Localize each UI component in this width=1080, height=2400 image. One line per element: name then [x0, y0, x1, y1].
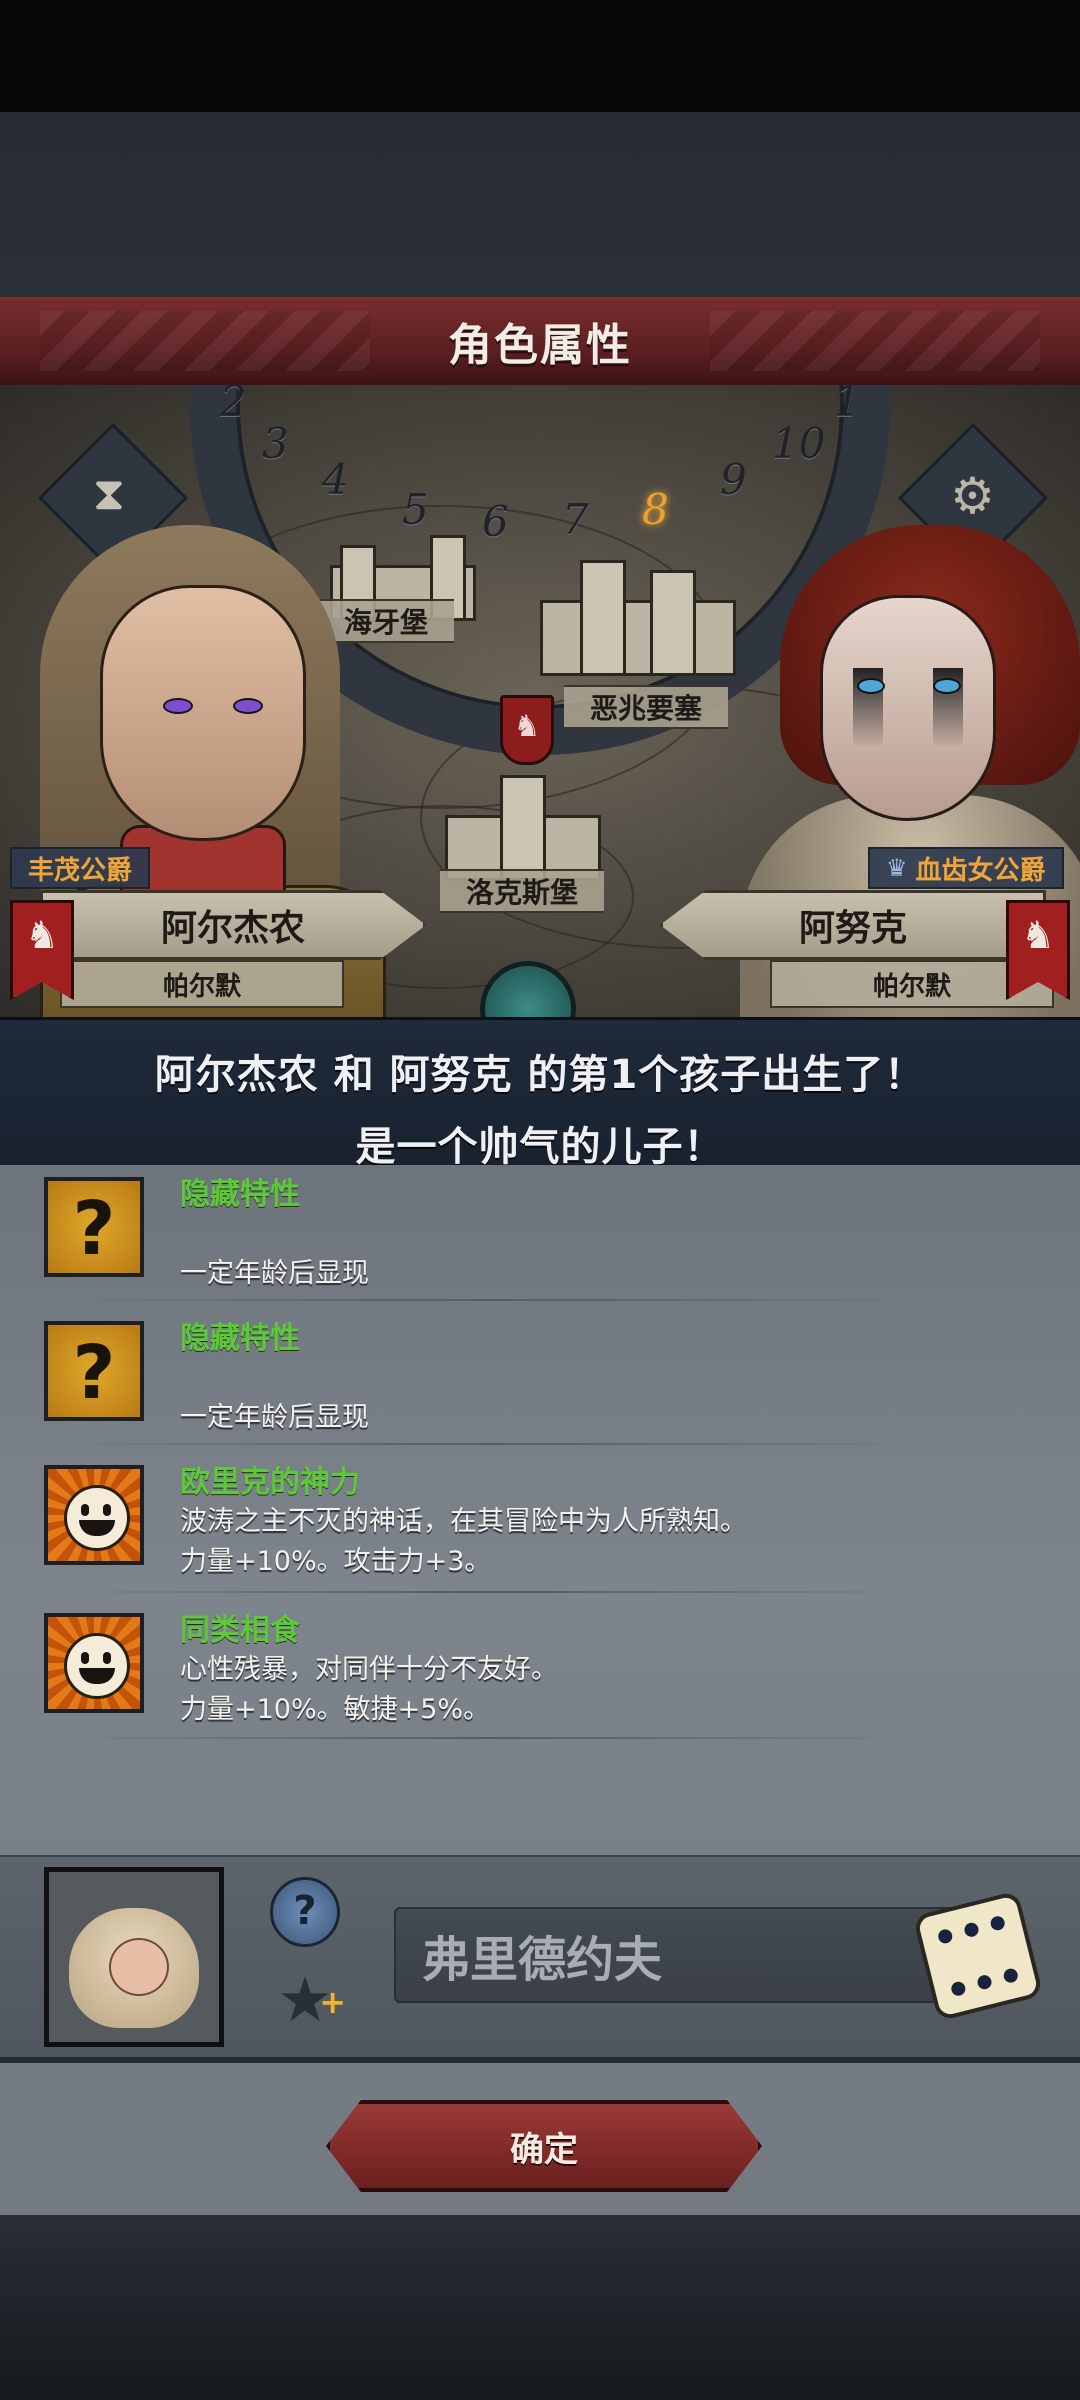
trait-name: 欧里克的神力 — [180, 1465, 360, 1500]
page-title: 角色属性 — [448, 320, 632, 371]
trait-name: 同类相食 — [180, 1613, 300, 1648]
child-info-bar: ? ★ + 弗里德约夫 — [0, 1855, 1080, 2063]
dial-number: 3 — [262, 419, 289, 468]
trait-item[interactable]: 同类相食 心性残暴，对同伴十分不友好。 力量+10%。敏捷+5%。 — [40, 1605, 1000, 1735]
dial-number: 2 — [220, 385, 247, 426]
smile-sun-icon — [44, 1613, 144, 1713]
trait-desc: 一定年龄后显现 — [180, 1258, 369, 1289]
hourglass-icon: ⧗ — [92, 465, 126, 520]
banner-decoration — [40, 311, 370, 371]
crown-icon: ♛ — [886, 854, 908, 882]
mother-rank: ♛ 血齿女公爵 — [868, 847, 1064, 889]
announcement-line-1: 阿尔杰农 和 阿努克 的第1个孩子出生了！ — [154, 1052, 926, 1098]
trait-effect: 力量+10%。攻击力+3。 — [180, 1546, 492, 1577]
faction-shield: ♞ — [500, 695, 554, 765]
divider — [60, 1299, 920, 1301]
announcement-line-2: 是一个帅气的儿子！ — [355, 1124, 725, 1170]
trait-name: 隐藏特性 — [180, 1177, 300, 1212]
trait-item[interactable]: 欧里克的神力 波涛之主不灭的神话，在其冒险中为人所熟知。 力量+10%。攻击力+… — [40, 1457, 1000, 1587]
plus-icon: + — [319, 1983, 346, 2021]
trait-name: 隐藏特性 — [180, 1321, 300, 1356]
divider — [60, 1737, 920, 1739]
father-name: 阿尔杰农 — [40, 890, 426, 960]
place-label-luokesi: 洛克斯堡 — [440, 869, 605, 913]
question-icon: ? — [44, 1321, 144, 1421]
dial-number: 6 — [482, 497, 509, 546]
title-banner: 角色属性 — [0, 297, 1080, 388]
dial-number: 7 — [562, 495, 589, 544]
status-bar — [0, 0, 1080, 112]
trait-effect: 力量+10%。敏捷+5%。 — [180, 1694, 491, 1725]
wolf-icon: ♞ — [513, 709, 541, 744]
trait-desc: 波涛之主不灭的神话，在其冒险中为人所熟知。 — [180, 1506, 747, 1537]
father-house: 帕尔默 — [60, 960, 344, 1008]
mother-rank-label: 血齿女公爵 — [915, 855, 1046, 886]
wolf-icon: ♞ — [1020, 913, 1056, 957]
star-add-button[interactable]: ★ + — [270, 1965, 346, 2035]
dial-number: 9 — [720, 455, 747, 504]
background-bottom — [0, 2215, 1080, 2400]
child-avatar — [44, 1867, 224, 2047]
trait-desc: 一定年龄后显现 — [180, 1402, 369, 1433]
dial-number: 4 — [322, 455, 349, 504]
child-name-input[interactable]: 弗里德约夫 — [394, 1907, 974, 2003]
wolf-icon: ♞ — [24, 913, 60, 957]
background-top — [0, 112, 1080, 297]
dial-number: 1 — [834, 385, 861, 426]
divider — [60, 1591, 920, 1593]
confirm-button[interactable]: 确定 — [326, 2100, 762, 2192]
father-rank: 丰茂公爵 — [10, 847, 151, 889]
dial-number-active: 8 — [642, 485, 669, 534]
banner-decoration — [710, 311, 1040, 371]
smile-sun-icon — [44, 1465, 144, 1565]
trait-item[interactable]: ? 隐藏特性 一定年龄后显现 — [40, 1169, 1000, 1299]
map-scene: 2 3 4 5 6 7 8 9 10 1 ⧗ ⚙ 海牙堡 恶兆要塞 ♞ 洛克斯堡 — [0, 385, 1080, 1017]
trait-desc: 心性残暴，对同伴十分不友好。 — [180, 1654, 558, 1685]
place-label-ezhao: 恶兆要塞 — [564, 685, 729, 729]
dial-number: 10 — [772, 419, 826, 468]
help-button[interactable]: ? — [270, 1877, 340, 1947]
question-icon: ? — [44, 1177, 144, 1277]
trait-item[interactable]: ? 隐藏特性 一定年龄后显现 — [40, 1313, 1000, 1443]
dial-number: 5 — [402, 485, 429, 534]
birth-announcement: 阿尔杰农 和 阿努克 的第1个孩子出生了！ 是一个帅气的儿子！ — [0, 1017, 1080, 1171]
father-rank-label: 丰茂公爵 — [28, 855, 133, 886]
mother-name: 阿努克 — [660, 890, 1046, 960]
gear-icon: ⚙ — [950, 467, 995, 526]
divider — [60, 1443, 920, 1445]
